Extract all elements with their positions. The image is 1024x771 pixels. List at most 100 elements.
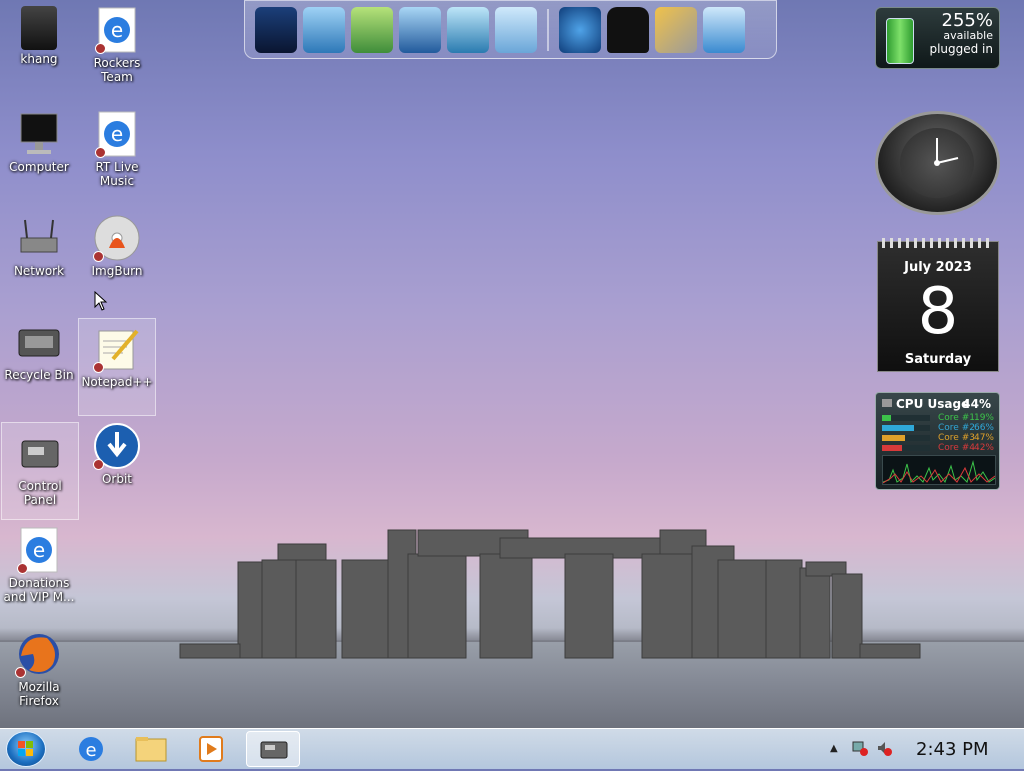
desktop-icon-recycle-bin[interactable]: Recycle Bin [0, 312, 78, 410]
start-button[interactable] [6, 731, 46, 767]
internet-explorer-icon: e [95, 110, 139, 158]
cpu-core-bar [882, 435, 930, 441]
desktop-icon-label: Rockers Team [93, 56, 141, 84]
desktop-icon-imgburn[interactable]: ImgBurn [78, 208, 156, 306]
shortcut-overlay-icon [95, 147, 106, 158]
calendar-weekday: Saturday [904, 352, 972, 367]
tshirt-dock-icon[interactable] [607, 6, 649, 53]
dock-separator [547, 8, 549, 51]
taskbar: e ▲ 2:43 PM [0, 728, 1024, 769]
internet-explorer-icon: e [95, 6, 139, 54]
control-panel-icon [16, 429, 64, 477]
network-dock-icon[interactable] [303, 6, 345, 53]
battery-available-label: available [943, 29, 993, 42]
cpu-core-name: Core #2 [938, 423, 975, 433]
shortcut-overlay-icon [93, 251, 104, 262]
desktop-icon-label: Orbit [101, 472, 133, 486]
desktop-icon-computer[interactable]: Computer [0, 104, 78, 202]
media-player-dock-icon[interactable] [559, 6, 601, 53]
cpu-core-fill [882, 435, 905, 441]
music-dock-icon[interactable] [495, 6, 537, 53]
desktop-icon-label: Notepad++ [81, 375, 153, 389]
cpu-core-name: Core #3 [938, 433, 975, 443]
desktop-icon-label: Recycle Bin [4, 368, 74, 382]
show-hidden-icons-button[interactable]: ▲ [830, 743, 838, 754]
desktop-icon-rockers-team[interactable]: e Rockers Team [78, 0, 156, 98]
folder-icon [135, 737, 167, 762]
firefox-icon [15, 630, 63, 678]
svg-text:e: e [33, 538, 45, 562]
network-router-icon [15, 214, 63, 262]
desktop-icon-label: ImgBurn [91, 264, 143, 278]
media-player-icon [199, 736, 223, 762]
desktop-icon-rt-live-music[interactable]: e RT Live Music [78, 104, 156, 202]
cpu-core-bar [882, 445, 930, 451]
computer-dock-icon[interactable] [255, 6, 297, 53]
cpu-usage-gadget[interactable]: CPU Usage 44% Core #1 19% Core #2 66% Co… [875, 392, 1000, 490]
cpu-core-row: Core #1 19% [882, 413, 994, 423]
taskbar-clock[interactable]: 2:43 PM [916, 739, 989, 760]
desktop-icon-label: Computer [9, 160, 69, 174]
recycle-bin-icon [15, 318, 63, 366]
cpu-total: 44% [962, 397, 991, 411]
recycle-bin-dock-icon[interactable] [703, 6, 745, 53]
documents-dock-icon[interactable] [351, 6, 393, 53]
cpu-core-value: 42% [973, 443, 994, 453]
desktop-icon-orbit[interactable]: Orbit [78, 416, 156, 514]
desktop-icon-network[interactable]: Network [0, 208, 78, 306]
cpu-chip-icon [882, 399, 892, 407]
cpu-core-row: Core #4 42% [882, 443, 994, 453]
internet-explorer-icon: e [17, 526, 61, 574]
calendar-month-year: July 2023 [904, 260, 972, 275]
cpu-core-value: 66% [973, 423, 994, 433]
desktop-icon-notepad-plus-plus[interactable]: Notepad++ [78, 318, 156, 416]
computer-icon [15, 110, 63, 158]
windows-logo-icon [18, 741, 33, 756]
notepad-plus-plus-icon [93, 325, 141, 373]
taskbar-internet-explorer[interactable]: e [64, 731, 118, 767]
cpu-title: CPU Usage [896, 397, 970, 411]
shortcut-overlay-icon [93, 362, 104, 373]
battery-icon [886, 18, 914, 64]
orbit-download-icon [93, 422, 141, 470]
cpu-history-graph [882, 455, 996, 485]
battery-gadget[interactable]: 255% available plugged in [875, 7, 1000, 69]
imgburn-disc-icon [93, 214, 141, 262]
mouse-cursor-icon [94, 291, 108, 311]
cpu-core-name: Core #4 [938, 443, 975, 453]
desktop-icon-control-panel[interactable]: Control Panel [1, 422, 79, 520]
cpu-core-fill [882, 415, 892, 421]
taskbar-control-panel[interactable] [246, 731, 300, 767]
desktop-icon-khang[interactable]: khang [0, 0, 78, 98]
cpu-core-value: 47% [973, 433, 994, 443]
shortcut-overlay-icon [17, 563, 28, 574]
pictures-dock-icon[interactable] [447, 6, 489, 53]
cpu-core-row: Core #2 66% [882, 423, 994, 433]
shortcut-overlay-icon [93, 459, 104, 470]
user-folder-icon [21, 6, 57, 50]
desktop-icon-label: Control Panel [18, 479, 62, 507]
taskbar-media-player[interactable] [184, 731, 238, 767]
desktop-icon-label: RT Live Music [95, 160, 139, 188]
internet-explorer-icon: e [79, 737, 103, 761]
volume-muted-icon[interactable] [876, 739, 892, 757]
taskbar-file-explorer[interactable] [124, 731, 178, 767]
desktop-icon-donations[interactable]: e Donations and VIP M... [0, 520, 78, 618]
clock-face [900, 128, 974, 198]
shortcut-overlay-icon [15, 667, 26, 678]
videos-dock-icon[interactable] [399, 6, 441, 53]
svg-text:e: e [85, 740, 96, 761]
clock-gadget[interactable] [875, 111, 1000, 215]
cpu-core-fill [882, 425, 914, 431]
shortcut-overlay-icon [95, 43, 106, 54]
desktop-icon-mozilla-firefox[interactable]: Mozilla Firefox [0, 624, 78, 722]
cpu-core-value: 19% [973, 413, 994, 423]
dock-bar [244, 0, 777, 59]
network-tray-icon[interactable] [852, 739, 868, 757]
calendar-gadget[interactable]: July 2023 8 Saturday [877, 238, 999, 372]
tools-dock-icon[interactable] [655, 6, 697, 53]
desktop-icon-label: Donations and VIP M... [3, 576, 75, 604]
svg-text:e: e [111, 122, 123, 146]
svg-text:e: e [111, 18, 123, 42]
desktop-icon-label: khang [20, 52, 58, 66]
